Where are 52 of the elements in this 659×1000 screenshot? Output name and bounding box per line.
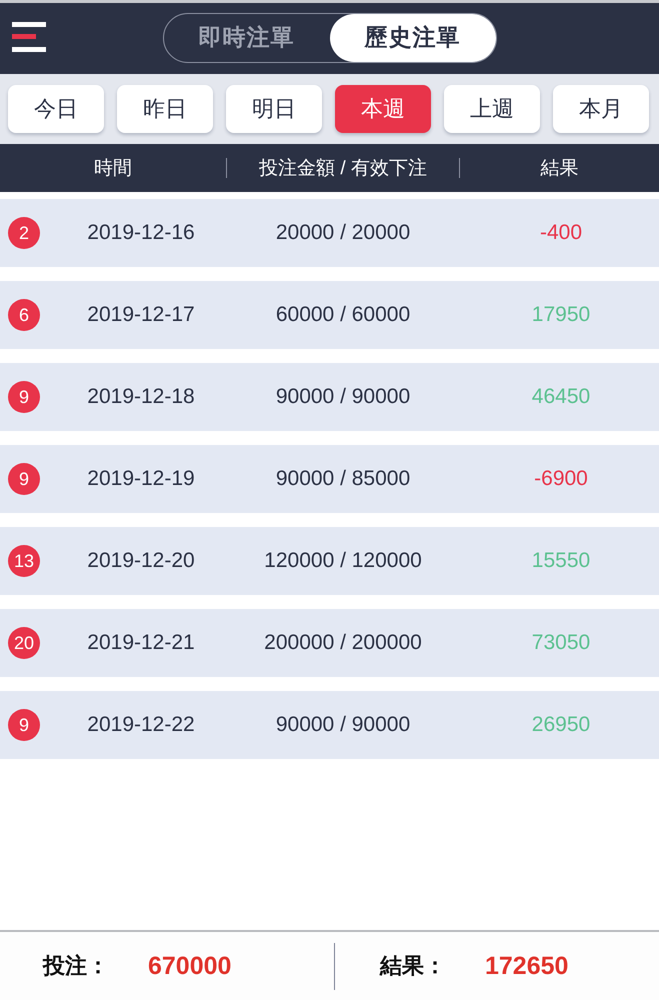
bet-total: 670000 bbox=[148, 952, 232, 980]
count-badge: 9 bbox=[8, 463, 40, 495]
period-filter-button[interactable]: 上週 bbox=[444, 85, 540, 133]
result-cell: 26950 bbox=[532, 713, 590, 737]
result-cell: 17950 bbox=[532, 303, 590, 327]
period-filter-button[interactable]: 本月 bbox=[553, 85, 649, 133]
table-row[interactable]: 20 2019-12-21 200000 / 200000 73050 bbox=[0, 609, 659, 677]
date-cell: 2019-12-20 bbox=[87, 549, 195, 573]
period-filter-button[interactable]: 本週 bbox=[335, 85, 431, 133]
table-row[interactable]: 9 2019-12-19 90000 / 85000 -6900 bbox=[0, 445, 659, 513]
table-row[interactable]: 6 2019-12-17 60000 / 60000 17950 bbox=[0, 281, 659, 349]
table-row[interactable]: 9 2019-12-18 90000 / 90000 46450 bbox=[0, 363, 659, 431]
date-cell: 2019-12-18 bbox=[87, 385, 195, 409]
result-label: 結果： bbox=[380, 952, 447, 980]
date-cell: 2019-12-16 bbox=[87, 221, 195, 245]
amount-cell: 60000 / 60000 bbox=[276, 303, 410, 327]
period-filter-button[interactable]: 今日 bbox=[8, 85, 104, 133]
amount-cell: 90000 / 90000 bbox=[276, 385, 410, 409]
date-cell: 2019-12-17 bbox=[87, 303, 195, 327]
amount-cell: 90000 / 85000 bbox=[276, 467, 410, 491]
count-badge: 9 bbox=[8, 381, 40, 413]
count-badge: 6 bbox=[8, 299, 40, 331]
count-badge: 13 bbox=[8, 545, 40, 577]
result-cell: -400 bbox=[540, 221, 582, 245]
result-cell: 46450 bbox=[532, 385, 590, 409]
table-row[interactable]: 9 2019-12-22 90000 / 90000 26950 bbox=[0, 691, 659, 759]
bet-label: 投注： bbox=[43, 952, 110, 980]
date-cell: 2019-12-22 bbox=[87, 713, 195, 737]
result-cell: 73050 bbox=[532, 631, 590, 655]
segment-tab[interactable]: 即時注單 bbox=[164, 14, 330, 62]
count-badge: 9 bbox=[8, 709, 40, 741]
amount-cell: 120000 / 120000 bbox=[264, 549, 422, 573]
amount-cell: 20000 / 20000 bbox=[276, 221, 410, 245]
menu-icon bbox=[12, 22, 46, 52]
menu-button[interactable] bbox=[12, 22, 46, 52]
result-total: 172650 bbox=[485, 952, 568, 980]
result-cell: -6900 bbox=[534, 467, 588, 491]
date-cell: 2019-12-21 bbox=[87, 631, 195, 655]
column-header: 投注金額 / 有效下注 bbox=[259, 157, 427, 181]
period-filter-button[interactable]: 明日 bbox=[226, 85, 322, 133]
date-cell: 2019-12-19 bbox=[87, 467, 195, 491]
count-badge: 2 bbox=[8, 217, 40, 249]
column-header: 時間 bbox=[94, 157, 132, 181]
table-row[interactable]: 13 2019-12-20 120000 / 120000 15550 bbox=[0, 527, 659, 595]
period-filter-button[interactable]: 昨日 bbox=[117, 85, 213, 133]
segment-tab[interactable]: 歷史注單 bbox=[330, 14, 496, 62]
amount-cell: 90000 / 90000 bbox=[276, 713, 410, 737]
column-header: 結果 bbox=[540, 157, 578, 181]
amount-cell: 200000 / 200000 bbox=[264, 631, 422, 655]
table-row[interactable]: 2 2019-12-16 20000 / 20000 -400 bbox=[0, 199, 659, 267]
result-cell: 15550 bbox=[532, 549, 590, 573]
count-badge: 20 bbox=[8, 627, 40, 659]
